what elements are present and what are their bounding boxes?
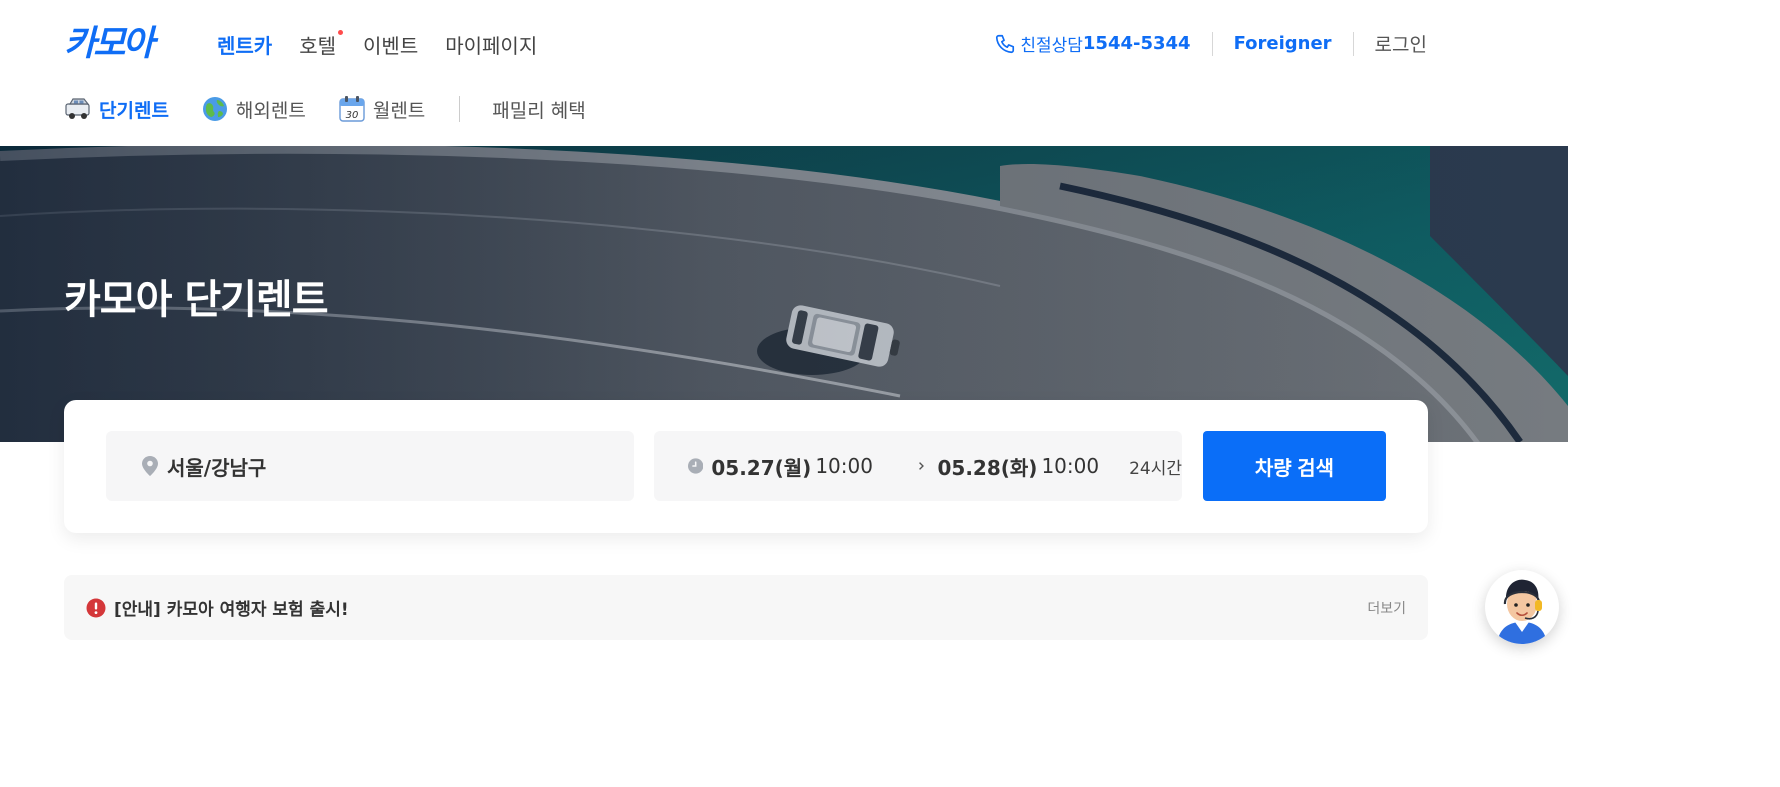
car-icon	[65, 98, 90, 119]
login-link[interactable]: 로그인	[1375, 30, 1427, 57]
top-header: 카모아 렌트카 호텔 이벤트 마이페이지 친절상담 1544-5344 Fore…	[0, 0, 1568, 84]
search-card: 서울/강남구 05.27(월) 10:00 05.28(화) 10:00 24시…	[64, 400, 1428, 533]
car-search-button[interactable]: 차량 검색	[1203, 431, 1386, 501]
nav-hotel[interactable]: 호텔	[299, 30, 344, 59]
subnav-divider	[459, 96, 461, 122]
location-value: 서울/강남구	[167, 455, 267, 480]
kamoa-logo[interactable]: 카모아	[64, 24, 190, 62]
clock-icon	[688, 458, 704, 474]
location-pin-icon	[142, 456, 158, 476]
nav-hotel-label: 호텔	[299, 34, 337, 58]
end-date: 05.28(화)	[937, 455, 1038, 480]
subnav-overseas-rent[interactable]: 해외렌트	[201, 95, 306, 123]
divider	[1352, 31, 1354, 56]
nav-event[interactable]: 이벤트	[363, 30, 418, 59]
subnav-monthly-rent[interactable]: 30 월렌트	[338, 95, 425, 123]
notice-more-link[interactable]: 더보기	[1367, 598, 1406, 618]
nav-rentcar[interactable]: 렌트카	[217, 30, 272, 59]
subnav-overseas-rent-label: 해외렌트	[235, 99, 306, 122]
start-date: 05.27(월)	[711, 455, 812, 480]
location-selector[interactable]: 서울/강남구	[106, 431, 634, 501]
utility-menu: 친절상담 1544-5344 Foreigner 로그인	[994, 30, 1427, 57]
end-time: 10:00	[1041, 454, 1100, 478]
new-dot-badge	[338, 30, 344, 35]
sub-nav: 단기렌트 해외렌트 30 월렌트 패밀리 혜택	[64, 94, 618, 124]
counselor-avatar-icon	[1497, 579, 1547, 644]
divider	[1211, 31, 1213, 56]
start-time: 10:00	[815, 454, 873, 478]
date-range-selector[interactable]: 05.27(월) 10:00 05.28(화) 10:00 24시간	[654, 431, 1182, 501]
calendar-icon: 30	[339, 96, 365, 122]
hero-banner: 카모아 단기렌트	[0, 146, 1568, 442]
chat-counselor-button[interactable]	[1485, 570, 1559, 644]
subnav-short-rent[interactable]: 단기렌트	[64, 95, 169, 123]
subnav-family-benefit-label: 패밀리 혜택	[492, 99, 586, 122]
subnav-family-benefit[interactable]: 패밀리 혜택	[492, 96, 585, 123]
phone-label: 친절상담	[1020, 36, 1083, 56]
nav-mypage[interactable]: 마이페이지	[445, 30, 537, 59]
subnav-short-rent-label: 단기렌트	[99, 99, 169, 122]
subnav-monthly-rent-label: 월렌트	[372, 99, 426, 122]
phone-number: 1544-5344	[1082, 33, 1191, 54]
rental-duration: 24시간	[1129, 458, 1182, 479]
logo-text: 카모아	[64, 24, 159, 62]
calendar-icon-number: 30	[345, 110, 358, 121]
alert-icon	[86, 598, 106, 617]
chevron-right-icon	[919, 462, 924, 470]
hero-title: 카모아 단기렌트	[64, 277, 329, 323]
globe-icon	[202, 97, 227, 121]
foreigner-link[interactable]: Foreigner	[1234, 33, 1332, 54]
notice-bar[interactable]: [안내] 카모아 여행자 보험 출시! 더보기	[64, 575, 1428, 640]
main-nav: 렌트카 호텔 이벤트 마이페이지	[217, 30, 537, 59]
phone-consult-link[interactable]: 친절상담 1544-5344	[994, 31, 1191, 56]
notice-text: [안내] 카모아 여행자 보험 출시!	[114, 600, 349, 620]
phone-icon	[996, 34, 1015, 53]
